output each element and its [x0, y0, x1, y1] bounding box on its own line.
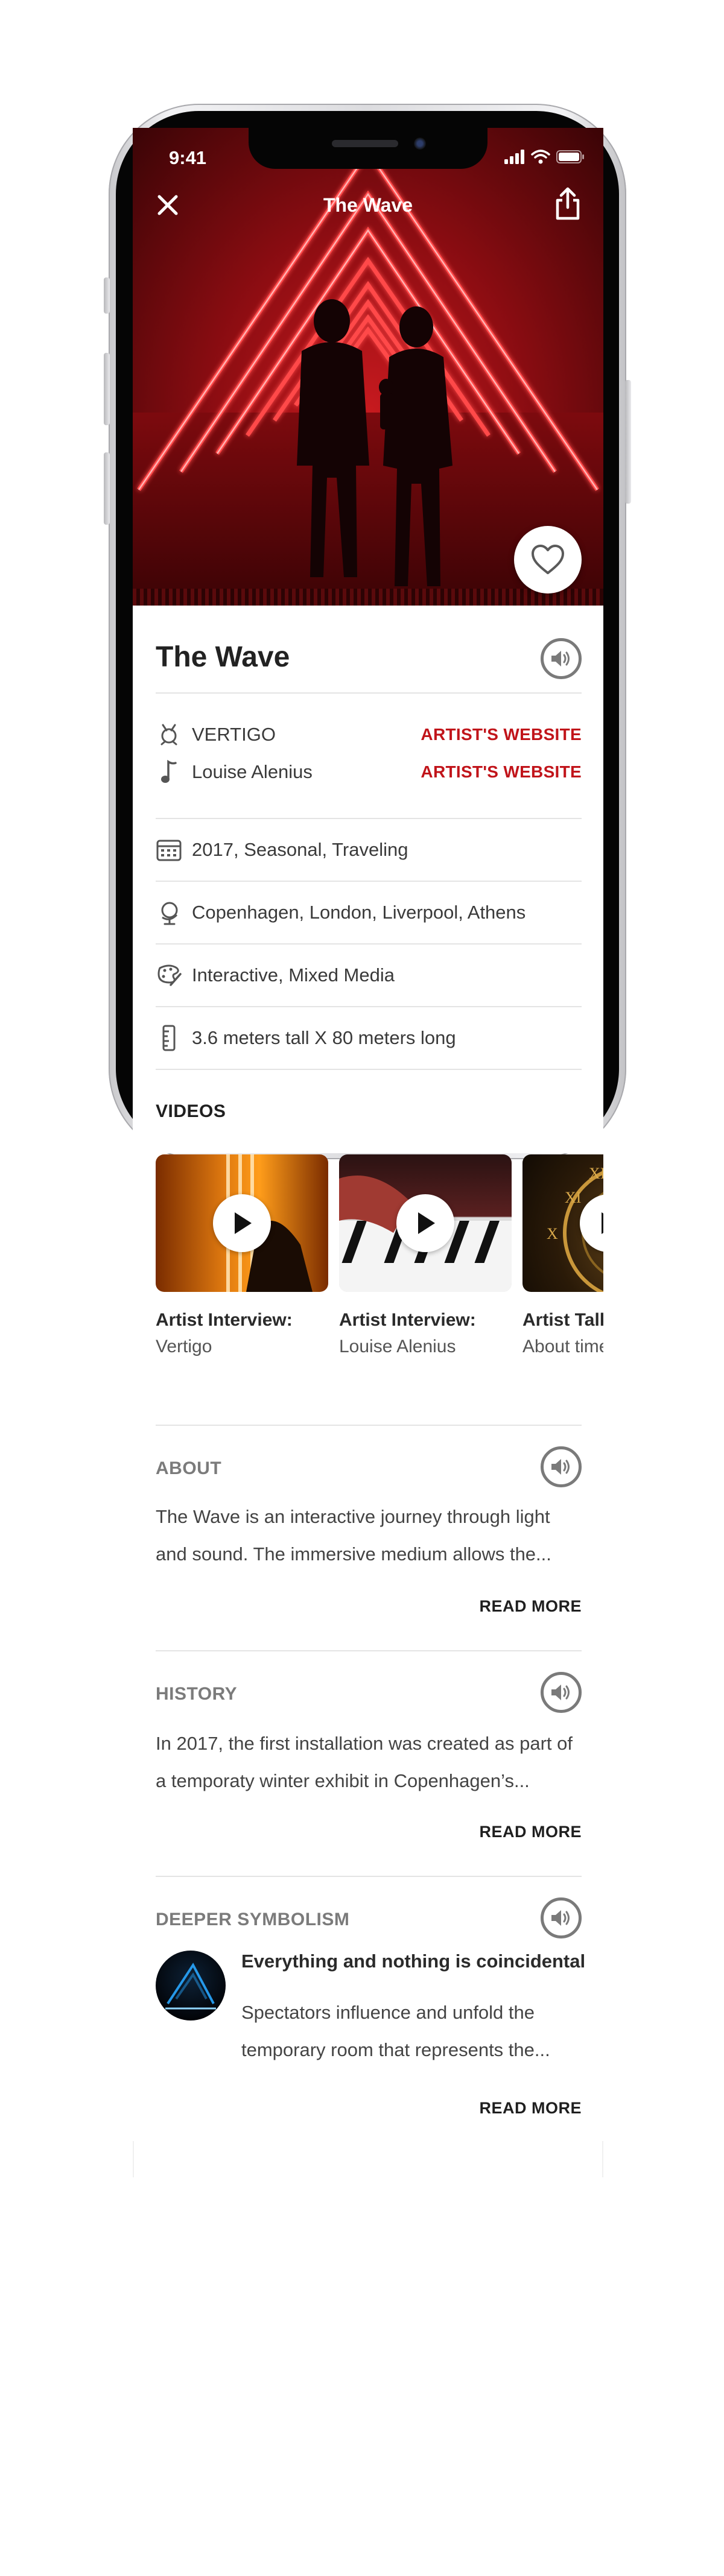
wifi-icon	[531, 150, 550, 164]
about-read-more-link[interactable]: READ MORE	[479, 1597, 582, 1616]
play-icon	[418, 1212, 435, 1234]
about-audio-button[interactable]	[541, 1446, 582, 1487]
artist-name: Louise Alenius	[192, 761, 313, 782]
symbolism-title: Everything and nothing is coincidental	[241, 1951, 586, 1972]
divider	[156, 881, 582, 882]
play-icon	[602, 1212, 603, 1234]
video-subtitle: Louise Alenius	[339, 1337, 456, 1356]
divider	[156, 1650, 582, 1651]
artist-website-link[interactable]: ARTIST'S WEBSITE	[421, 725, 582, 744]
history-read-more-link[interactable]: READ MORE	[479, 1823, 582, 1841]
videos-label: VIDEOS	[156, 1101, 226, 1121]
speaker-icon	[551, 1459, 570, 1475]
ruler-icon	[156, 1025, 182, 1051]
palette-icon	[156, 962, 182, 989]
video-thumbnail: XI X XII	[522, 1154, 603, 1292]
play-button[interactable]	[213, 1194, 271, 1252]
artist-row: Louise Alenius ARTIST'S WEBSITE	[156, 759, 582, 785]
symbolism-text: Spectators influence and unfold the temp…	[241, 2002, 550, 2060]
speaker-icon	[551, 651, 570, 666]
info-text: Copenhagen, London, Liverpool, Athens	[192, 902, 526, 923]
artist-row: VERTIGO ARTIST'S WEBSITE	[156, 721, 582, 748]
symbolism-thumbnail	[156, 1951, 226, 2021]
battery-icon	[556, 150, 584, 163]
video-card[interactable]: Artist Interview: Louise Alenius	[339, 1154, 512, 1357]
divider	[156, 692, 582, 694]
speaker-icon	[551, 1685, 570, 1700]
info-text: 3.6 meters tall X 80 meters long	[192, 1027, 456, 1048]
page-title: The Wave	[156, 641, 290, 673]
video-thumbnail	[156, 1154, 328, 1292]
info-text: 2017, Seasonal, Traveling	[192, 839, 408, 860]
header-title: The Wave	[323, 194, 413, 216]
divider	[156, 943, 582, 945]
phone-power-button	[625, 380, 631, 504]
artist-website-link[interactable]: ARTIST'S WEBSITE	[421, 762, 582, 782]
info-row-dimensions: 3.6 meters tall X 80 meters long	[156, 1023, 582, 1053]
card-edge	[133, 2141, 603, 2177]
close-button[interactable]	[152, 189, 183, 221]
calendar-icon	[156, 837, 182, 863]
info-row-date: 2017, Seasonal, Traveling	[156, 835, 582, 865]
artist-name: VERTIGO	[192, 724, 276, 745]
speaker-icon	[551, 1910, 570, 1926]
globe-icon	[156, 899, 182, 926]
svg-text:X: X	[547, 1225, 558, 1242]
svg-text:XI: XI	[565, 1189, 581, 1206]
symbolism-audio-button[interactable]	[541, 1897, 582, 1938]
cellular-signal-icon	[504, 150, 524, 164]
hero-image: The Wave	[133, 128, 603, 606]
heart-icon	[532, 545, 564, 574]
mask-icon	[156, 721, 182, 748]
video-card[interactable]: Artist Interview: Vertigo	[156, 1154, 328, 1357]
play-button[interactable]	[396, 1194, 454, 1252]
history-label: HISTORY	[156, 1684, 238, 1704]
divider	[156, 1876, 582, 1877]
phone-notch	[249, 128, 487, 169]
phone-speaker	[332, 140, 398, 147]
video-subtitle: About time	[522, 1337, 603, 1356]
history-text: In 2017, the first installation was crea…	[156, 1733, 573, 1791]
video-thumbnail	[339, 1154, 512, 1292]
symbolism-label: DEEPER SYMBOLISM	[156, 1910, 350, 1929]
video-subtitle: Vertigo	[156, 1337, 212, 1356]
music-note-icon	[156, 759, 182, 785]
info-text: Interactive, Mixed Media	[192, 964, 395, 986]
about-text: The Wave is an interactive journey throu…	[156, 1506, 551, 1565]
favorite-button[interactable]	[514, 526, 582, 593]
about-label: ABOUT	[156, 1458, 222, 1478]
svg-text:XII: XII	[589, 1165, 603, 1182]
symbolism-read-more-link[interactable]: READ MORE	[479, 2099, 582, 2118]
hero-floor-grate	[133, 589, 603, 606]
info-row-medium: Interactive, Mixed Media	[156, 960, 582, 990]
history-audio-button[interactable]	[541, 1672, 582, 1713]
share-button[interactable]	[551, 186, 584, 222]
play-icon	[235, 1212, 252, 1234]
video-title: Artist Interview:	[339, 1310, 476, 1330]
divider	[156, 1425, 582, 1426]
phone-camera	[414, 138, 426, 150]
phone-volume-up	[104, 353, 110, 425]
info-row-locations: Copenhagen, London, Liverpool, Athens	[156, 897, 582, 928]
divider	[156, 818, 582, 819]
phone-silent-switch	[104, 277, 110, 314]
videos-carousel[interactable]: Artist Interview: Vertigo Artist Intervi…	[156, 1146, 603, 1387]
close-icon	[157, 195, 178, 215]
divider	[156, 1069, 582, 1070]
status-time: 9:41	[169, 147, 207, 168]
title-audio-button[interactable]	[541, 638, 582, 679]
phone-volume-down	[104, 452, 110, 525]
status-icons	[504, 150, 585, 164]
video-title: Artist Interview:	[156, 1310, 293, 1330]
divider	[156, 1006, 582, 1007]
video-card[interactable]: XI X XII Artist Talk: About time	[522, 1154, 603, 1357]
share-icon	[556, 187, 580, 220]
video-title: Artist Talk:	[522, 1310, 603, 1330]
